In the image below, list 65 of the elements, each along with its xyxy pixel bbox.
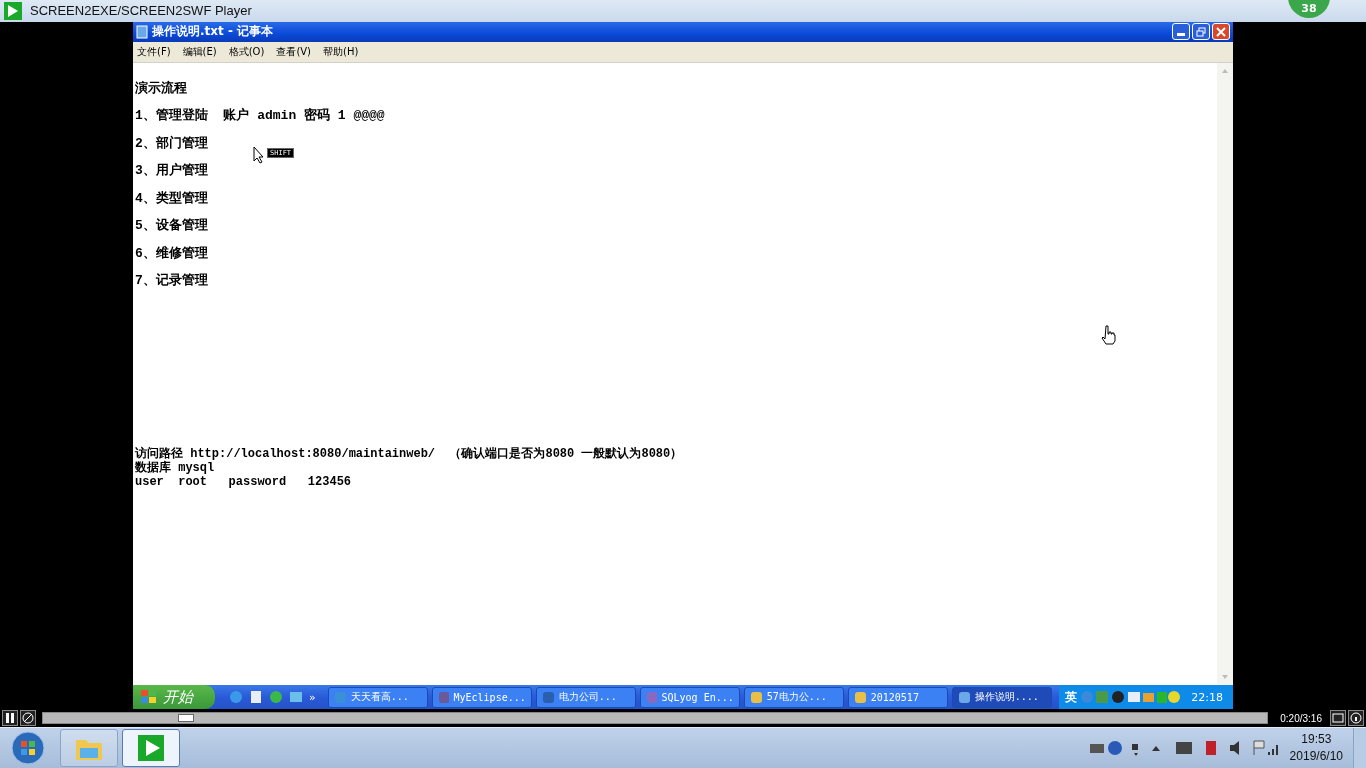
clock: 19:53 xyxy=(1301,731,1332,748)
menu-item[interactable]: 文件(F) xyxy=(137,44,171,59)
taskbar-button[interactable]: SQLyog En... xyxy=(639,686,740,708)
text-line: 6、维修管理 xyxy=(135,244,208,263)
more-button[interactable]: » xyxy=(309,690,316,704)
mute-icon xyxy=(22,712,34,724)
close-button[interactable] xyxy=(1212,23,1230,41)
text-line: 1、管理登陆 账户 admin 密码 1 @@@@ xyxy=(135,107,385,126)
window-title: 操作说明.txt - 记事本 xyxy=(152,23,275,41)
fullscreen-button[interactable] xyxy=(1330,710,1346,726)
text-line: 数据库 mysql xyxy=(135,460,215,475)
minimize-button[interactable] xyxy=(1172,23,1190,41)
fullscreen-icon xyxy=(1332,712,1344,724)
input-method-indicator[interactable]: 英 xyxy=(1065,688,1078,706)
mouse-pointer-icon xyxy=(253,145,265,164)
app-icon xyxy=(853,690,867,704)
app-icon xyxy=(749,690,763,704)
text-line: 演示流程 xyxy=(135,79,187,98)
text-line: 2、部门管理 xyxy=(135,134,208,153)
player-app-icon xyxy=(4,2,22,20)
menu-item[interactable]: 帮助(H) xyxy=(323,44,359,59)
taskbar-button[interactable]: 57电力公... xyxy=(743,686,844,708)
text-line: 4、类型管理 xyxy=(135,189,208,208)
seek-thumb[interactable] xyxy=(177,714,194,722)
hand-pointer-icon xyxy=(1101,324,1117,345)
info-icon xyxy=(1350,712,1362,724)
text-line: user root password 123456 xyxy=(135,474,352,489)
notification-badge: 38 xyxy=(1288,0,1330,18)
text-line: 访问路径 http://localhost:8080/maintainweb/ （确认端口是否为8080 一般默认为8080） xyxy=(135,446,683,461)
window-title: SCREEN2EXE/SCREEN2SWF Player xyxy=(30,3,252,19)
info-button[interactable] xyxy=(1348,710,1364,726)
desktop-icon[interactable] xyxy=(289,690,303,705)
mute-button[interactable] xyxy=(20,710,36,726)
taskbar-button[interactable]: 操作说明.... xyxy=(951,686,1052,708)
restore-icon xyxy=(1196,26,1206,37)
notepad-icon xyxy=(136,24,148,39)
menu-item[interactable]: 格式(O) xyxy=(228,44,265,59)
pause-icon xyxy=(5,712,15,724)
minimize-icon xyxy=(1177,33,1185,37)
taskbar-button[interactable]: 天天看高... xyxy=(327,686,428,708)
restore-button[interactable] xyxy=(1192,23,1210,41)
clock: 22:18 xyxy=(1191,690,1223,704)
windows-logo-icon xyxy=(10,730,46,766)
taskbar-button[interactable]: MyEclipse... xyxy=(431,686,532,708)
menu-item[interactable]: 查看(V) xyxy=(276,44,312,59)
text-line: 5、设备管理 xyxy=(135,217,208,236)
app-icon xyxy=(333,690,347,704)
start-button[interactable]: 开始 xyxy=(133,685,215,710)
app-icon xyxy=(437,690,450,704)
app-icon xyxy=(541,690,555,704)
app-icon xyxy=(957,690,971,704)
text-line: 3、用户管理 xyxy=(135,162,208,181)
player-app-icon xyxy=(136,733,166,763)
windows-logo-icon xyxy=(141,690,157,705)
menu-item[interactable]: 编辑(E) xyxy=(182,44,217,59)
taskbar-button[interactable] xyxy=(122,729,180,767)
app-icon xyxy=(645,690,658,704)
text-line: 7、记录管理 xyxy=(135,272,208,291)
document-icon[interactable] xyxy=(249,690,263,705)
close-icon xyxy=(1216,26,1226,37)
playback-time: 0:20/3:16 xyxy=(1279,712,1323,724)
date: 2019/6/10 xyxy=(1289,748,1343,765)
taskbar-button[interactable]: 20120517 xyxy=(847,686,948,708)
taskbar-button[interactable]: 电力公司... xyxy=(535,686,636,708)
pause-button[interactable] xyxy=(2,710,18,726)
